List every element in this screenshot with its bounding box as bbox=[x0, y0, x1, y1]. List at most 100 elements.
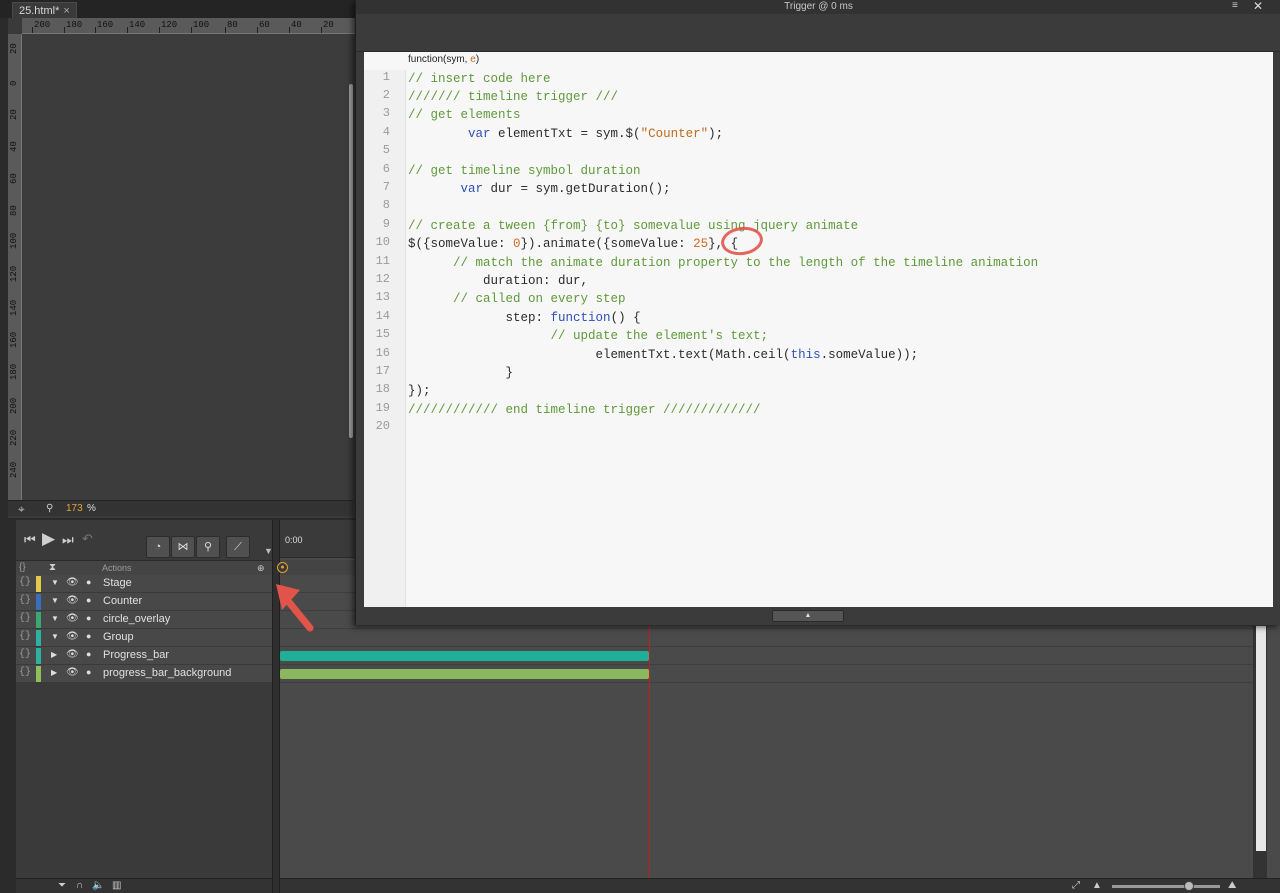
timeline-scroll-thumb[interactable] bbox=[1256, 626, 1266, 851]
code-token: $({someValue: bbox=[408, 237, 514, 251]
ruler-label: 140 bbox=[9, 299, 19, 316]
document-tab[interactable]: 25.html* × bbox=[12, 2, 77, 18]
lock-dot-icon[interactable]: ● bbox=[86, 667, 91, 677]
go-to-start-icon[interactable]: ⏮ bbox=[24, 532, 36, 548]
crosshair-icon[interactable]: ⌖ bbox=[18, 502, 25, 517]
layer-row-group[interactable]: {} ▼ 👁 ● Group bbox=[16, 629, 276, 647]
zoom-out-icon[interactable]: ▲ bbox=[1092, 880, 1102, 891]
layer-row-progress-bar-background[interactable]: {} ▶ 👁 ● progress_bar_background bbox=[16, 665, 276, 683]
go-to-end-icon[interactable]: ⏭ bbox=[62, 532, 74, 548]
layer-row-progress-bar[interactable]: {} ▶ 👁 ● Progress_bar bbox=[16, 647, 276, 665]
visibility-eye-icon[interactable]: 👁 bbox=[66, 595, 79, 606]
ruler-label: 0 bbox=[9, 80, 19, 86]
layer-row-stage[interactable]: {} ▼ 👁 ● Stage bbox=[16, 575, 276, 593]
pin-button[interactable]: ⚲ bbox=[196, 536, 220, 558]
line-number: 18 bbox=[375, 382, 390, 396]
trigger-marker-icon[interactable]: ● bbox=[277, 562, 288, 573]
expand-icon[interactable]: ▼ bbox=[51, 578, 59, 587]
layer-color-swatch bbox=[36, 666, 41, 682]
expand-icon[interactable]: ▼ bbox=[51, 614, 59, 623]
progress-bar-background-keyframe-span[interactable] bbox=[280, 669, 649, 679]
fit-icon[interactable]: ⤢ bbox=[1072, 880, 1080, 891]
code-text[interactable]: // insert code here /////// timeline tri… bbox=[408, 70, 1268, 590]
lock-dot-icon[interactable]: ● bbox=[86, 613, 91, 623]
stage-scrollbar[interactable] bbox=[349, 84, 353, 438]
panel-menu-icon[interactable]: ≡ bbox=[1232, 0, 1238, 11]
timeline-row bbox=[280, 665, 1253, 683]
line-number: 5 bbox=[382, 143, 390, 157]
action-braces-icon[interactable]: {} bbox=[19, 595, 31, 606]
code-token: .someValue)); bbox=[820, 348, 919, 362]
collapse-icon[interactable]: ▶ bbox=[51, 650, 57, 659]
lock-dot-icon[interactable]: ● bbox=[86, 649, 91, 659]
layer-name: Group bbox=[103, 631, 134, 643]
code-window-titlebar[interactable]: Trigger @ 0 ms ≡ ✕ bbox=[356, 0, 1280, 14]
playhead-line[interactable] bbox=[649, 626, 650, 878]
layer-color-swatch bbox=[36, 594, 41, 610]
trigger-code-window: Trigger @ 0 ms ≡ ✕ function(sym, e) 1 2 … bbox=[355, 0, 1280, 625]
timeline-row bbox=[280, 647, 1253, 665]
progress-bar-keyframe-span[interactable] bbox=[280, 651, 649, 661]
timeline-row bbox=[280, 629, 1253, 647]
collapse-icon[interactable]: ▶ bbox=[51, 668, 57, 677]
filter-icon[interactable]: ⏷ bbox=[58, 880, 66, 891]
magnet-icon[interactable]: ∩ bbox=[76, 880, 83, 891]
expand-icon[interactable]: ▼ bbox=[51, 632, 59, 641]
timeline-zoom-slider[interactable] bbox=[1112, 885, 1220, 888]
timeline-zoom-thumb[interactable] bbox=[1184, 881, 1194, 891]
lock-dot-icon[interactable]: ● bbox=[86, 577, 91, 587]
stage-canvas[interactable] bbox=[22, 34, 348, 500]
time-label: 0:00 bbox=[285, 535, 303, 545]
timeline-left-strip bbox=[8, 520, 16, 893]
add-action-icon[interactable]: ⊕ bbox=[257, 563, 265, 574]
layer-row-circle-overlay[interactable]: {} ▼ 👁 ● circle_overlay bbox=[16, 611, 276, 629]
action-braces-icon[interactable]: {} bbox=[19, 577, 31, 588]
code-token: }).animate({someValue: bbox=[520, 237, 694, 251]
zoom-value[interactable]: 173 bbox=[66, 503, 83, 514]
ruler-label: 20 bbox=[9, 43, 19, 54]
line-number: 20 bbox=[375, 419, 390, 433]
snap-button[interactable]: ⋈ bbox=[171, 536, 195, 558]
layer-color-swatch bbox=[36, 612, 41, 628]
easing-graph-button[interactable]: ⟋ bbox=[226, 536, 250, 558]
lock-dot-icon[interactable]: ● bbox=[86, 595, 91, 605]
document-tab-label: 25.html* bbox=[19, 5, 60, 17]
code-editor[interactable]: function(sym, e) 1 2 3 4 5 6 7 8 9 10 11… bbox=[364, 52, 1273, 607]
timeline-zoom-bar: ⤢ ▲ ⛰ bbox=[280, 878, 1280, 893]
close-icon[interactable]: ✕ bbox=[1253, 0, 1263, 13]
code-line: // match the animate duration property t… bbox=[408, 254, 1038, 272]
red-annotation-arrow bbox=[276, 584, 314, 632]
zoom-icon[interactable]: ⚲ bbox=[46, 503, 58, 515]
code-keyword: this bbox=[790, 348, 821, 362]
zoom-in-icon[interactable]: ⛰ bbox=[1228, 880, 1236, 891]
sort-icon[interactable]: ⧗ bbox=[49, 562, 56, 573]
code-line: // called on every step bbox=[408, 290, 626, 308]
audio-icon[interactable]: 🔈 bbox=[92, 880, 104, 891]
lock-dot-icon[interactable]: ● bbox=[86, 631, 91, 641]
timeline-splitter[interactable] bbox=[272, 520, 280, 893]
code-keyword: var bbox=[468, 127, 491, 141]
expand-icon[interactable]: ▼ bbox=[51, 596, 59, 605]
play-icon[interactable]: ▶ bbox=[42, 529, 55, 549]
code-line: // update the element's text; bbox=[408, 327, 769, 345]
code-line: } bbox=[408, 364, 514, 382]
visibility-eye-icon[interactable]: 👁 bbox=[66, 577, 79, 588]
ruler-label: 40 bbox=[9, 141, 19, 152]
action-braces-icon[interactable]: {} bbox=[19, 613, 31, 624]
layer-name: progress_bar_background bbox=[103, 667, 232, 679]
collapse-button[interactable]: ▲ bbox=[772, 610, 844, 622]
visibility-eye-icon[interactable]: 👁 bbox=[66, 631, 79, 642]
stopwatch-button[interactable]: ◔ bbox=[146, 536, 170, 558]
layer-row-counter[interactable]: {} ▼ 👁 ● Counter bbox=[16, 593, 276, 611]
visibility-eye-icon[interactable]: 👁 bbox=[66, 667, 79, 678]
columns-icon[interactable]: ▥ bbox=[112, 880, 121, 891]
action-braces-icon[interactable]: {} bbox=[19, 667, 31, 678]
visibility-eye-icon[interactable]: 👁 bbox=[66, 613, 79, 624]
close-tab-icon[interactable]: × bbox=[63, 5, 69, 17]
undo-icon[interactable]: ↶ bbox=[82, 531, 93, 547]
action-braces-icon[interactable]: {} bbox=[19, 649, 31, 660]
visibility-eye-icon[interactable]: 👁 bbox=[66, 649, 79, 660]
zoom-unit: % bbox=[87, 503, 96, 514]
action-braces-icon[interactable]: {} bbox=[19, 631, 31, 642]
